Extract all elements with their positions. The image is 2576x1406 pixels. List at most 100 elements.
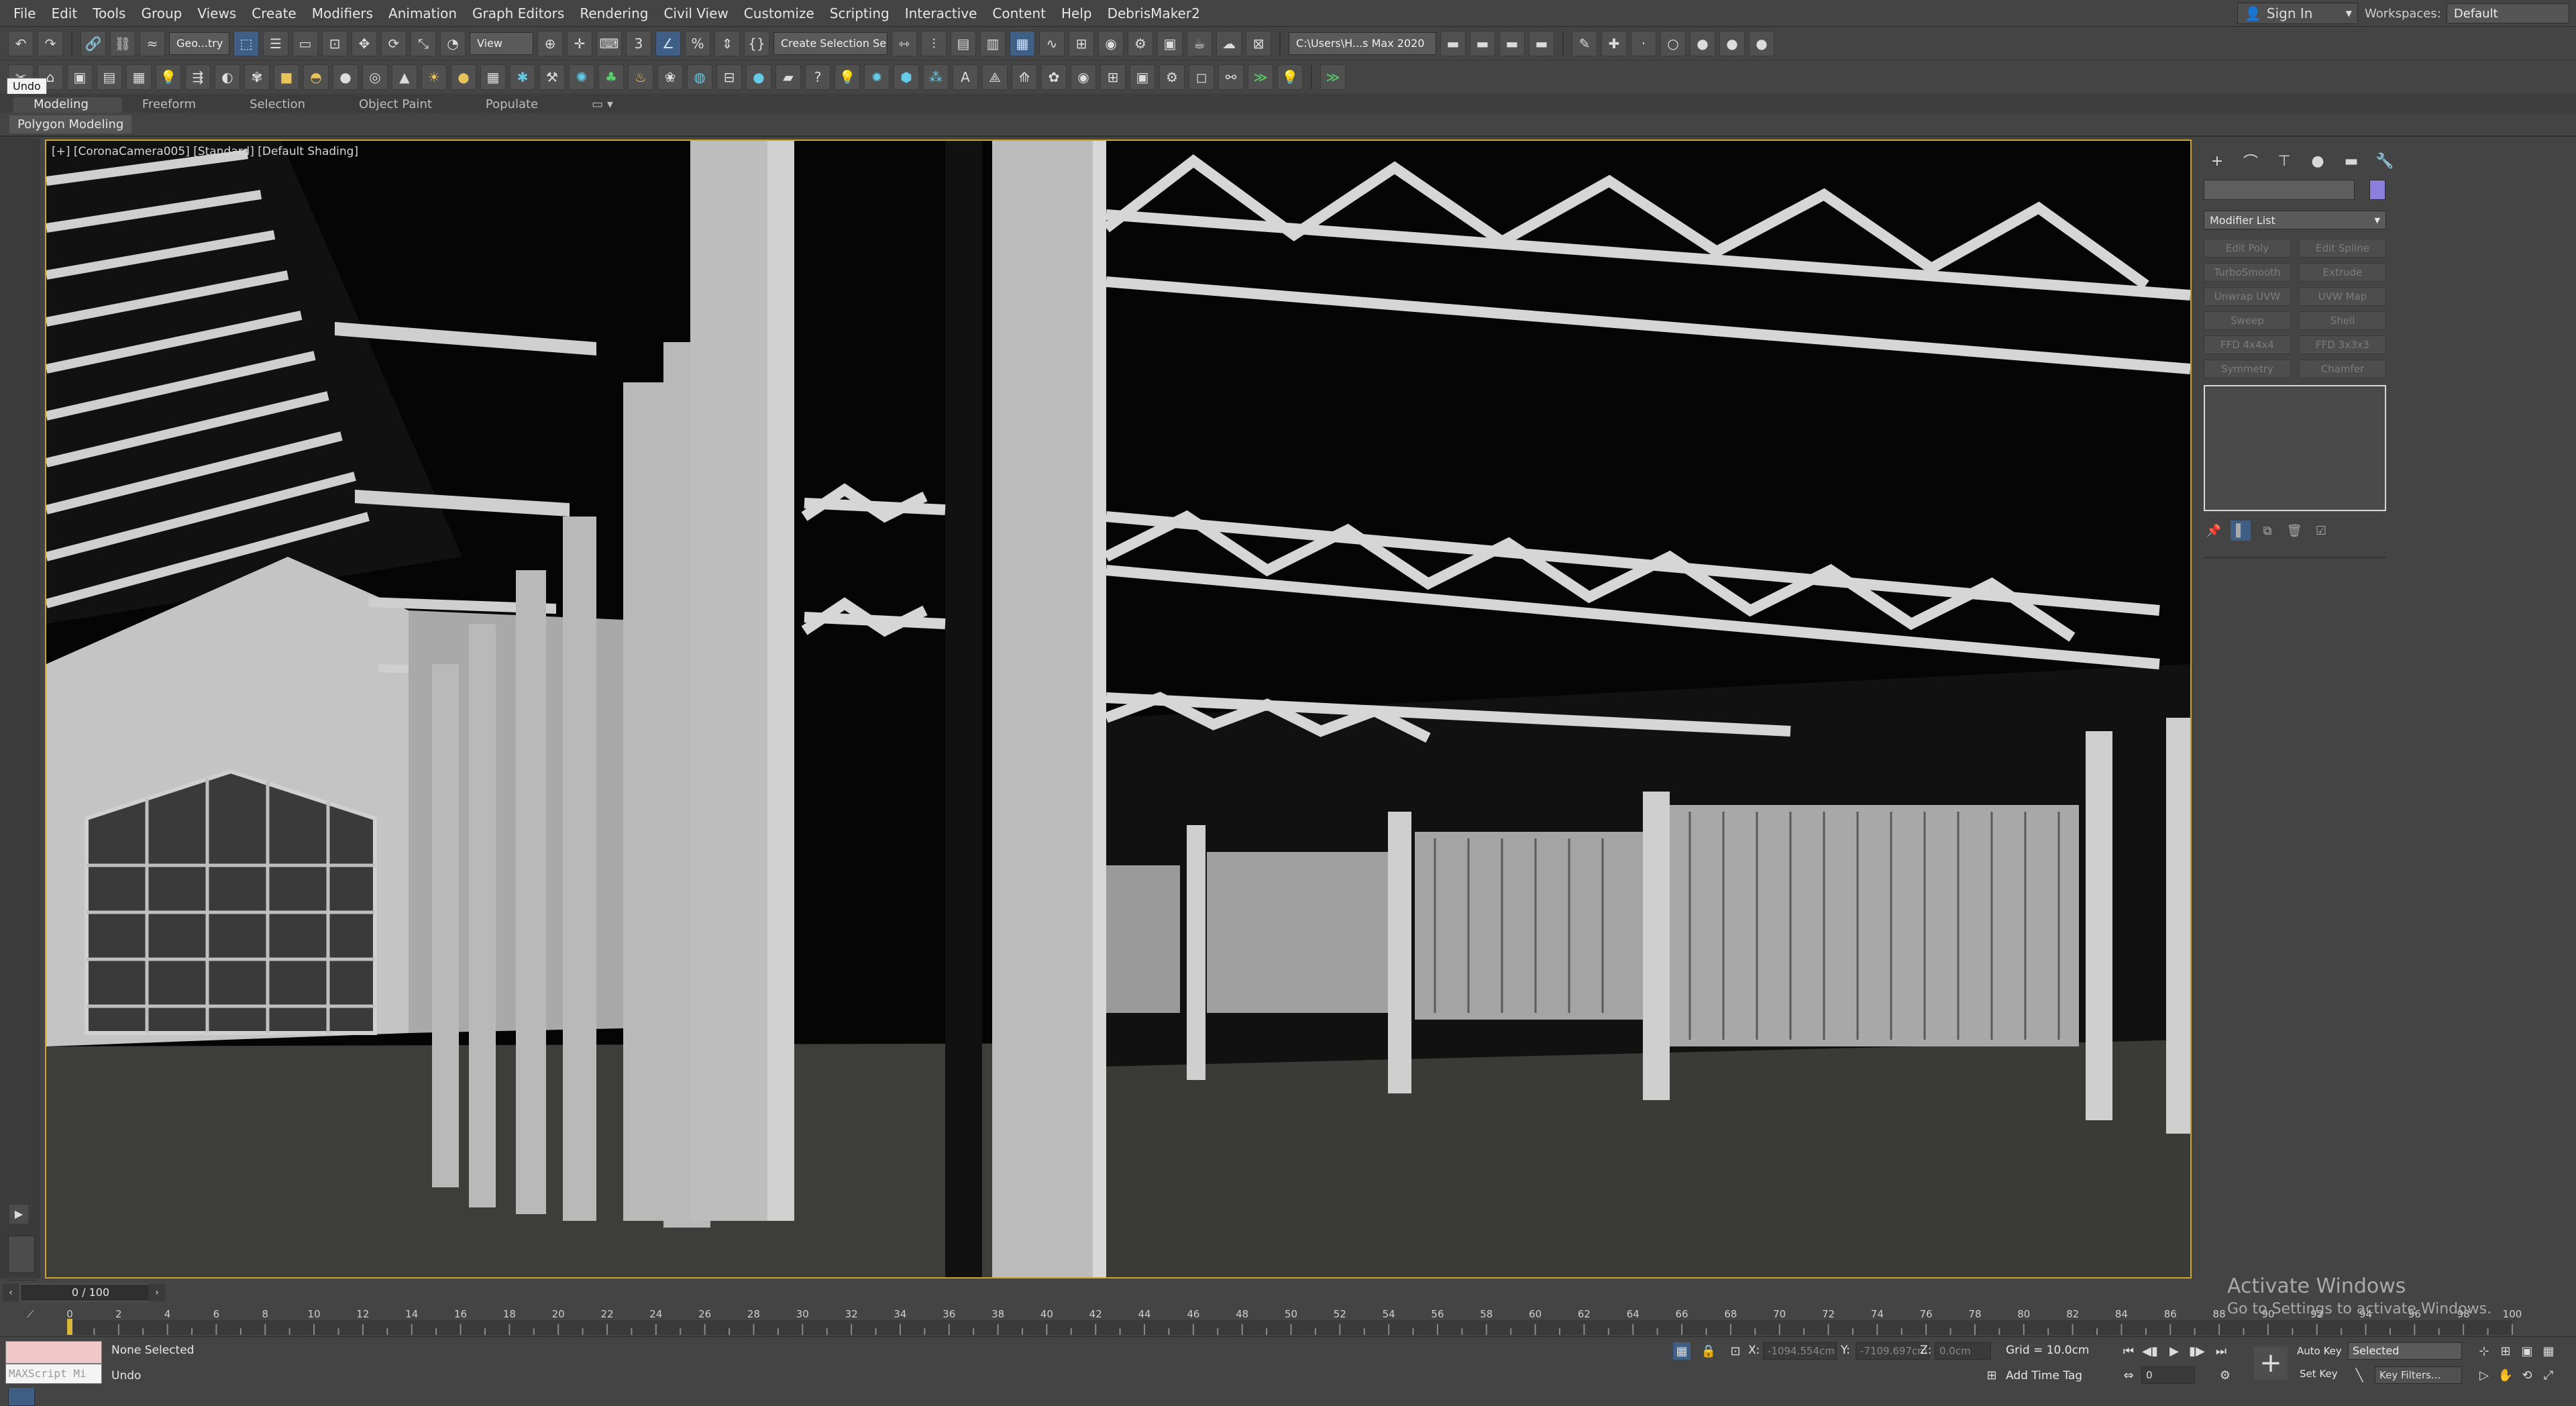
ribbon-tab-selection[interactable]: Selection	[229, 97, 339, 113]
pin-stack-icon[interactable]: 📌	[2204, 521, 2224, 541]
cloth-icon[interactable]: ❀	[657, 64, 683, 90]
menu-item-file[interactable]: File	[13, 5, 51, 21]
track-bar-key-icon[interactable]: ⟋	[27, 1308, 34, 1320]
zoom-extents-all-icon[interactable]: ▦	[2540, 1342, 2557, 1360]
menu-item-interactive[interactable]: Interactive	[905, 5, 993, 21]
snaps-toggle-icon[interactable]: 3	[626, 30, 651, 56]
menu-item-create[interactable]: Create	[252, 5, 311, 21]
modifier-button-ffd-4x4x4[interactable]: FFD 4x4x4	[2204, 335, 2291, 354]
field-of-view-icon[interactable]: ▷	[2475, 1366, 2493, 1384]
corona-converter-icon[interactable]: ⚙	[1159, 64, 1185, 90]
schematic-view-icon[interactable]: ⊞	[1069, 30, 1094, 56]
grid-tool-icon[interactable]: ▦	[480, 64, 506, 90]
angle-snap-icon[interactable]: ∠	[655, 30, 681, 56]
modify-tab-icon[interactable]: ⌒	[2237, 149, 2264, 173]
y-coordinate-field[interactable]: -7109.697cm	[1856, 1342, 1929, 1360]
particle-icon[interactable]: ✺	[569, 64, 594, 90]
modifier-button-edit-spline[interactable]: Edit Spline	[2299, 239, 2386, 258]
scene-explorer-icon[interactable]: ▤	[951, 30, 976, 56]
object-name-field[interactable]	[2204, 180, 2355, 200]
corona-light-icon[interactable]: 💡	[835, 64, 860, 90]
modifier-button-sweep[interactable]: Sweep	[2204, 311, 2291, 330]
zoom-extents-icon[interactable]: ▣	[2518, 1342, 2536, 1360]
bind-spacewarp-icon[interactable]: ≈	[140, 30, 165, 56]
dome-icon[interactable]: ◓	[303, 64, 329, 90]
circle-small-icon[interactable]: ○	[1660, 30, 1686, 56]
go-to-start-icon[interactable]: ⏮	[2120, 1342, 2137, 1360]
viewport-layout-icon[interactable]: ▣	[67, 64, 93, 90]
maxscript-mini-listener[interactable]: MAXScript Mi	[5, 1364, 102, 1384]
set-key-big-icon[interactable]: +	[2254, 1346, 2288, 1380]
half-sphere-icon[interactable]: ◐	[215, 64, 240, 90]
zoom-all-icon[interactable]: ⊞	[2497, 1342, 2514, 1360]
align-icon[interactable]: ⫶	[921, 30, 947, 56]
modifier-list-dropdown[interactable]: Modifier List ▼	[2204, 211, 2386, 229]
motion-tab-icon[interactable]: ●	[2304, 149, 2331, 173]
unlink-icon[interactable]: ⛓	[110, 30, 136, 56]
remove-modifier-icon[interactable]: 🗑	[2284, 521, 2304, 541]
edit-named-selection-icon[interactable]: {}	[744, 30, 769, 56]
link-icon[interactable]: 🔗	[80, 30, 106, 56]
z-coordinate-field[interactable]: 0.0cm	[1935, 1342, 1991, 1360]
utilities-tab-icon[interactable]: 🔧	[2371, 149, 2398, 173]
display-tab-icon[interactable]: ▬	[2338, 149, 2365, 173]
window-crossing-icon[interactable]: ⊡	[322, 30, 347, 56]
viewport-layout-tab-1[interactable]	[8, 1236, 35, 1273]
ribbon-tab-object-paint[interactable]: Object Paint	[339, 97, 466, 113]
sun-icon[interactable]: ☀	[421, 64, 447, 90]
grid-icon[interactable]: ▤	[97, 64, 122, 90]
menu-item-content[interactable]: Content	[992, 5, 1061, 21]
layer-explorer-icon[interactable]: ▥	[980, 30, 1006, 56]
modifier-stack-icon[interactable]: ✾	[244, 64, 270, 90]
time-slider[interactable]: ‹ 0 / 100 ›	[0, 1281, 2576, 1304]
menu-item-rendering[interactable]: Rendering	[580, 5, 663, 21]
ribbon-options-icon[interactable]: ▭ ▾	[572, 97, 647, 113]
modifier-button-symmetry[interactable]: Symmetry	[2204, 360, 2291, 378]
key-filter-icon[interactable]: ╲	[2351, 1366, 2368, 1384]
modifier-button-unwrap-uvw[interactable]: Unwrap UVW	[2204, 287, 2291, 306]
blob-icon[interactable]: ●	[746, 64, 771, 90]
double-chevron-icon[interactable]: ≫	[1248, 64, 1273, 90]
next-key-icon[interactable]: ▮▶	[2188, 1342, 2206, 1360]
menu-item-group[interactable]: Group	[141, 5, 197, 21]
array-icon[interactable]: ⇶	[185, 64, 211, 90]
maxscript-listener[interactable]	[5, 1341, 102, 1364]
project-load-icon[interactable]: ▬	[1499, 30, 1525, 56]
configure-sets-icon[interactable]: ☑	[2311, 521, 2331, 541]
next-frame-icon[interactable]: ›	[149, 1284, 165, 1301]
spinner-snap-icon[interactable]: ⇕	[714, 30, 740, 56]
key-mode-dropdown[interactable]: Selected	[2348, 1342, 2462, 1360]
menu-item-help[interactable]: Help	[1061, 5, 1108, 21]
circle-medium-icon[interactable]: ●	[1690, 30, 1715, 56]
corona-fur-icon[interactable]: ⟰	[1012, 64, 1037, 90]
menu-item-graph-editors[interactable]: Graph Editors	[472, 5, 580, 21]
ribbon-tab-freeform[interactable]: Freeform	[122, 97, 229, 113]
named-selection-dropdown[interactable]: Create Selection Se	[773, 32, 888, 55]
corona-interactive-icon[interactable]: ⚯	[1218, 64, 1244, 90]
time-slider-handle[interactable]: 0 / 100	[20, 1284, 161, 1301]
object-color-swatch[interactable]	[2369, 180, 2385, 200]
viewport-label[interactable]: [+] [CoronaCamera005] [Standard] [Defaul…	[52, 145, 358, 158]
help-icon[interactable]: ?	[805, 64, 830, 90]
time-config-icon[interactable]: ⚙	[2216, 1366, 2234, 1384]
add-time-tag[interactable]: Add Time Tag	[2006, 1369, 2082, 1383]
mirror-icon[interactable]: ⇿	[892, 30, 917, 56]
sphere-icon[interactable]: ●	[333, 64, 358, 90]
perspective-viewport[interactable]: [+] [CoronaCamera005] [Standard] [Defaul…	[45, 140, 2192, 1279]
circle-xlarge-icon[interactable]: ●	[1749, 30, 1774, 56]
corona-fx-icon[interactable]: ✿	[1041, 64, 1067, 90]
render-icon[interactable]: ☕	[1187, 30, 1212, 56]
current-frame-marker[interactable]	[67, 1319, 72, 1335]
material-editor-icon[interactable]: ◉	[1098, 30, 1124, 56]
render-setup-icon[interactable]: ⚙	[1128, 30, 1153, 56]
shell-icon[interactable]: ⊟	[716, 64, 742, 90]
menu-item-scripting[interactable]: Scripting	[830, 5, 905, 21]
set-key-button[interactable]: Set Key	[2300, 1368, 2338, 1380]
modifier-button-chamfer[interactable]: Chamfer	[2299, 360, 2386, 378]
menu-item-tools[interactable]: Tools	[93, 5, 141, 21]
crosshair-icon[interactable]: ✚	[1601, 30, 1627, 56]
corona-scatter-icon[interactable]: ⁂	[923, 64, 949, 90]
torus-icon[interactable]: ◎	[362, 64, 388, 90]
circle-large-icon[interactable]: ●	[1719, 30, 1745, 56]
disc-icon[interactable]: ●	[451, 64, 476, 90]
